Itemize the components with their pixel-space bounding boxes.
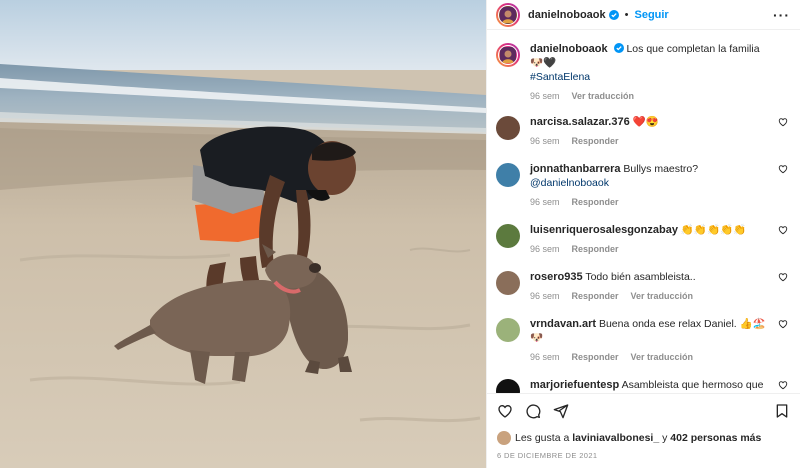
commenter-avatar[interactable] — [496, 318, 520, 342]
comment-time[interactable]: 96 sem — [530, 134, 560, 148]
caption-username[interactable]: danielnoboaok — [530, 43, 608, 55]
translate-button[interactable]: Ver traducción — [631, 350, 694, 364]
comments-list: danielnoboaok Los que completan la famil… — [487, 30, 800, 393]
likes-user[interactable]: laviniavalbonesi_ — [572, 432, 659, 444]
comment-time[interactable]: 96 sem — [530, 289, 560, 303]
comment-like-heart-icon[interactable] — [778, 225, 788, 235]
likes-middle: y — [662, 432, 668, 444]
comment-username[interactable]: luisenriquerosalesgonzabay — [530, 224, 678, 236]
comment-text: Todo bién asambleista.. — [585, 271, 696, 283]
comment-bubble-icon[interactable] — [525, 403, 541, 419]
comment-row: luisenriquerosalesgonzabay 👏👏👏👏👏 96 sem Re… — [496, 223, 790, 256]
comment-mention[interactable]: @danielnoboaok — [530, 177, 609, 189]
commenter-avatar[interactable] — [496, 224, 520, 248]
comment-username[interactable]: narcisa.salazar.376 — [530, 116, 630, 128]
commenter-avatar[interactable] — [496, 271, 520, 295]
post-side-panel: danielnoboaok • Seguir ··· danielnoboaok… — [486, 0, 800, 468]
likes-summary: Les gusta a laviniavalbonesi_ y 402 pers… — [487, 427, 800, 445]
post-window: danielnoboaok • Seguir ··· danielnoboaok… — [0, 0, 800, 468]
action-bar — [487, 393, 800, 427]
caption-row: danielnoboaok Los que completan la famil… — [496, 42, 790, 103]
likes-count[interactable]: 402 personas más — [670, 432, 761, 444]
reply-button[interactable]: Responder — [572, 242, 619, 256]
comment-time[interactable]: 96 sem — [530, 195, 560, 209]
comment-time[interactable]: 96 sem — [530, 242, 560, 256]
comment-like-heart-icon[interactable] — [778, 117, 788, 127]
post-date[interactable]: 6 DE DICIEMBRE DE 2021 — [487, 445, 800, 468]
reply-button[interactable]: Responder — [572, 289, 619, 303]
header-separator: • — [624, 8, 629, 21]
comment-row: rosero935 Todo bién asambleista.. 96 sem R… — [496, 270, 790, 303]
likes-prefix: Les gusta a — [515, 432, 570, 444]
author-avatar[interactable] — [496, 2, 520, 27]
share-send-icon[interactable] — [553, 403, 569, 419]
liker-avatar[interactable] — [497, 431, 511, 445]
commenter-avatar[interactable] — [496, 116, 520, 140]
post-header: danielnoboaok • Seguir ··· — [487, 0, 800, 30]
like-heart-icon[interactable] — [497, 403, 513, 419]
commenter-avatar[interactable] — [496, 379, 520, 393]
follow-button[interactable]: Seguir — [634, 9, 668, 21]
post-photo — [0, 0, 486, 468]
comment-like-heart-icon[interactable] — [778, 164, 788, 174]
comment-text: ❤️😍 — [632, 116, 659, 128]
reply-button[interactable]: Responder — [572, 350, 619, 364]
comment-like-heart-icon[interactable] — [778, 380, 788, 390]
caption-translate-button[interactable]: Ver traducción — [572, 89, 635, 103]
comment-text: Bullys maestro? — [623, 163, 699, 175]
caption-author-avatar[interactable] — [496, 43, 520, 67]
comment-row: narcisa.salazar.376 ❤️😍 96 sem Responder — [496, 115, 790, 148]
reply-button[interactable]: Responder — [572, 195, 619, 209]
author-username[interactable]: danielnoboaok — [528, 9, 606, 21]
comment-username[interactable]: marjoriefuentesp — [530, 379, 619, 391]
beach-photo-illustration — [0, 0, 486, 468]
verified-badge-icon — [613, 43, 624, 53]
comment-like-heart-icon[interactable] — [778, 319, 788, 329]
comment-username[interactable]: vrndavan.art — [530, 318, 596, 330]
comment-like-heart-icon[interactable] — [778, 272, 788, 282]
comment-row: marjoriefuentesp Asambleista que hermoso… — [496, 378, 790, 393]
comment-username[interactable]: rosero935 — [530, 271, 583, 283]
comment-username[interactable]: jonnathanbarrera — [530, 163, 620, 175]
avatar-portrait-icon — [500, 47, 516, 63]
commenter-avatar[interactable] — [496, 163, 520, 187]
save-bookmark-icon[interactable] — [774, 403, 790, 419]
comment-time[interactable]: 96 sem — [530, 350, 560, 364]
more-options-icon[interactable]: ··· — [773, 7, 790, 23]
comment-row: jonnathanbarrera Bullys maestro? @daniel… — [496, 162, 790, 209]
translate-button[interactable]: Ver traducción — [631, 289, 694, 303]
avatar-portrait-icon — [500, 6, 516, 23]
comment-row: vrndavan.art Buena onda ese relax Daniel… — [496, 317, 790, 364]
verified-badge-icon — [608, 9, 619, 20]
comment-text: 👏👏👏👏👏 — [680, 224, 747, 236]
caption-hashtag[interactable]: #SantaElena — [530, 71, 590, 83]
reply-button[interactable]: Responder — [572, 134, 619, 148]
caption-time[interactable]: 96 sem — [530, 89, 560, 103]
